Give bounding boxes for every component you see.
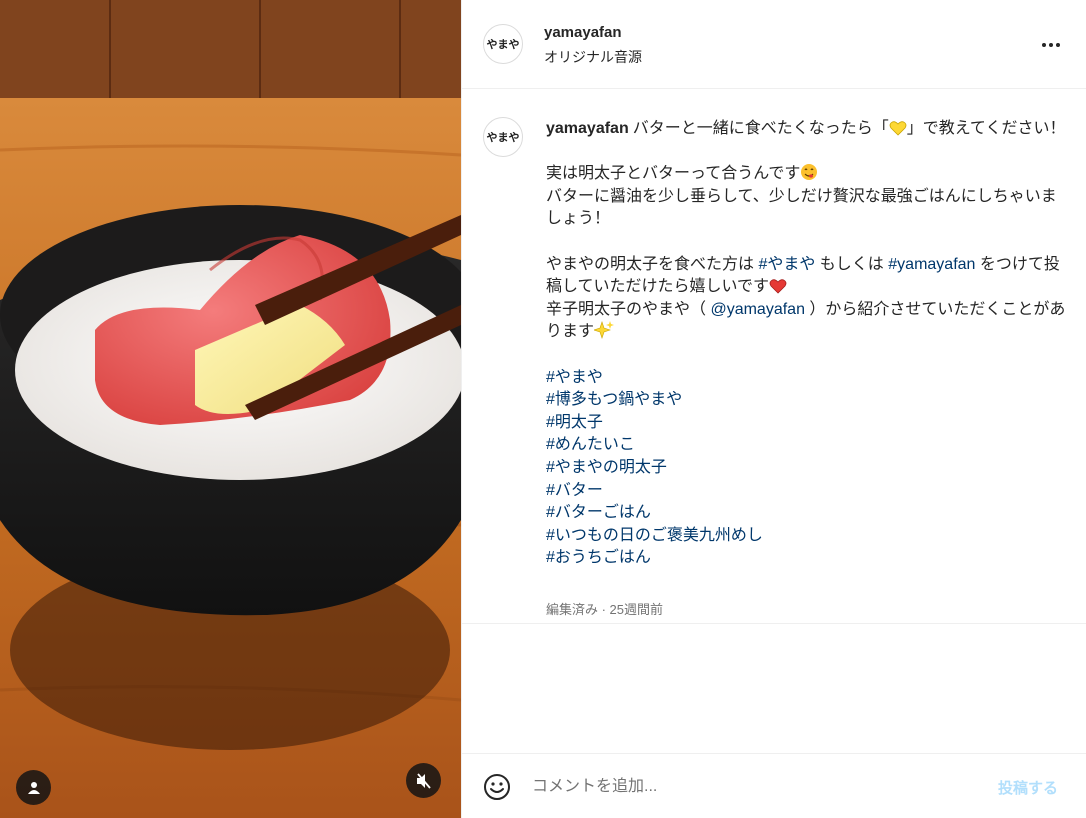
more-horizontal-icon (1042, 43, 1046, 47)
hashtag-link[interactable]: #yamayafan (888, 256, 975, 273)
hashtag-link[interactable]: #バターごはん (546, 502, 1066, 525)
post-header: やまや yamayafan オリジナル音源 (462, 0, 1086, 89)
emoji-picker-icon[interactable] (482, 772, 512, 802)
caption-line: バターと一緒に食べたくなったら「 (632, 120, 889, 137)
hashtag-link[interactable]: #バター (546, 480, 1066, 503)
post-comment-button[interactable]: 投稿する (998, 777, 1058, 798)
post-panel: やまや yamayafan オリジナル音源 やまや yamayafan バターと一… (461, 0, 1086, 818)
post-timestamp[interactable]: 編集済み · 25週間前 (546, 599, 663, 618)
sparkles-icon (594, 321, 615, 340)
caption-line: 」で教えてください！ (906, 120, 1066, 137)
comment-bar: 投稿する (462, 753, 1086, 818)
yellow-heart-icon (889, 121, 907, 136)
speaker-muted-icon (416, 772, 431, 789)
more-options-button[interactable] (1039, 33, 1063, 57)
mention-link[interactable]: @yamayafan (710, 301, 805, 318)
yum-face-icon (801, 164, 818, 181)
caption-avatar[interactable]: やまや (483, 117, 523, 157)
caption-username[interactable]: yamayafan (546, 120, 629, 137)
red-heart-icon (769, 279, 787, 294)
avatar-logo-text: やまや (486, 131, 520, 144)
hashtag-link[interactable]: #いつもの日のご褒美九州めし (546, 525, 1066, 548)
caption-line: 実は明太子とバターって合うんです (546, 165, 801, 183)
caption-line: バターに醤油を少し垂らして、少しだけ贅沢な最強ごはんにしちゃいましょう！ (546, 187, 1057, 228)
avatar-logo-text: やまや (486, 38, 520, 51)
hashtag-link[interactable]: #明太子 (546, 412, 1066, 435)
tagged-users-button[interactable] (16, 770, 51, 805)
mute-toggle-button[interactable] (406, 763, 441, 798)
hashtag-link[interactable]: #博多もつ鍋やまや (546, 389, 1066, 412)
caption-text: yamayafan バターと一緒に食べたくなったら「 」で教えてください！ 実は明太… (546, 118, 1066, 570)
header-username[interactable]: yamayafan (544, 24, 622, 41)
food-photo (0, 0, 461, 818)
hashtag-link[interactable]: #やまや (758, 256, 815, 273)
hashtag-link[interactable]: #めんたいこ (546, 434, 1066, 457)
comment-input[interactable] (532, 774, 972, 800)
avatar[interactable]: やまや (483, 24, 523, 64)
user-tag-icon (27, 781, 40, 794)
post-media[interactable] (0, 0, 461, 818)
hashtag-link[interactable]: #やまやの明太子 (546, 457, 1066, 480)
caption-line: やまやの明太子を食べた方は (546, 255, 759, 273)
hashtag-link[interactable]: #やまや (546, 367, 1066, 390)
caption-section: やまや yamayafan バターと一緒に食べたくなったら「 」で教えてください！ … (462, 89, 1086, 624)
caption-line: 辛子明太子のやまや（ (546, 300, 711, 318)
audio-label[interactable]: オリジナル音源 (544, 47, 642, 67)
hashtag-link[interactable]: #おうちごはん (546, 547, 1066, 570)
